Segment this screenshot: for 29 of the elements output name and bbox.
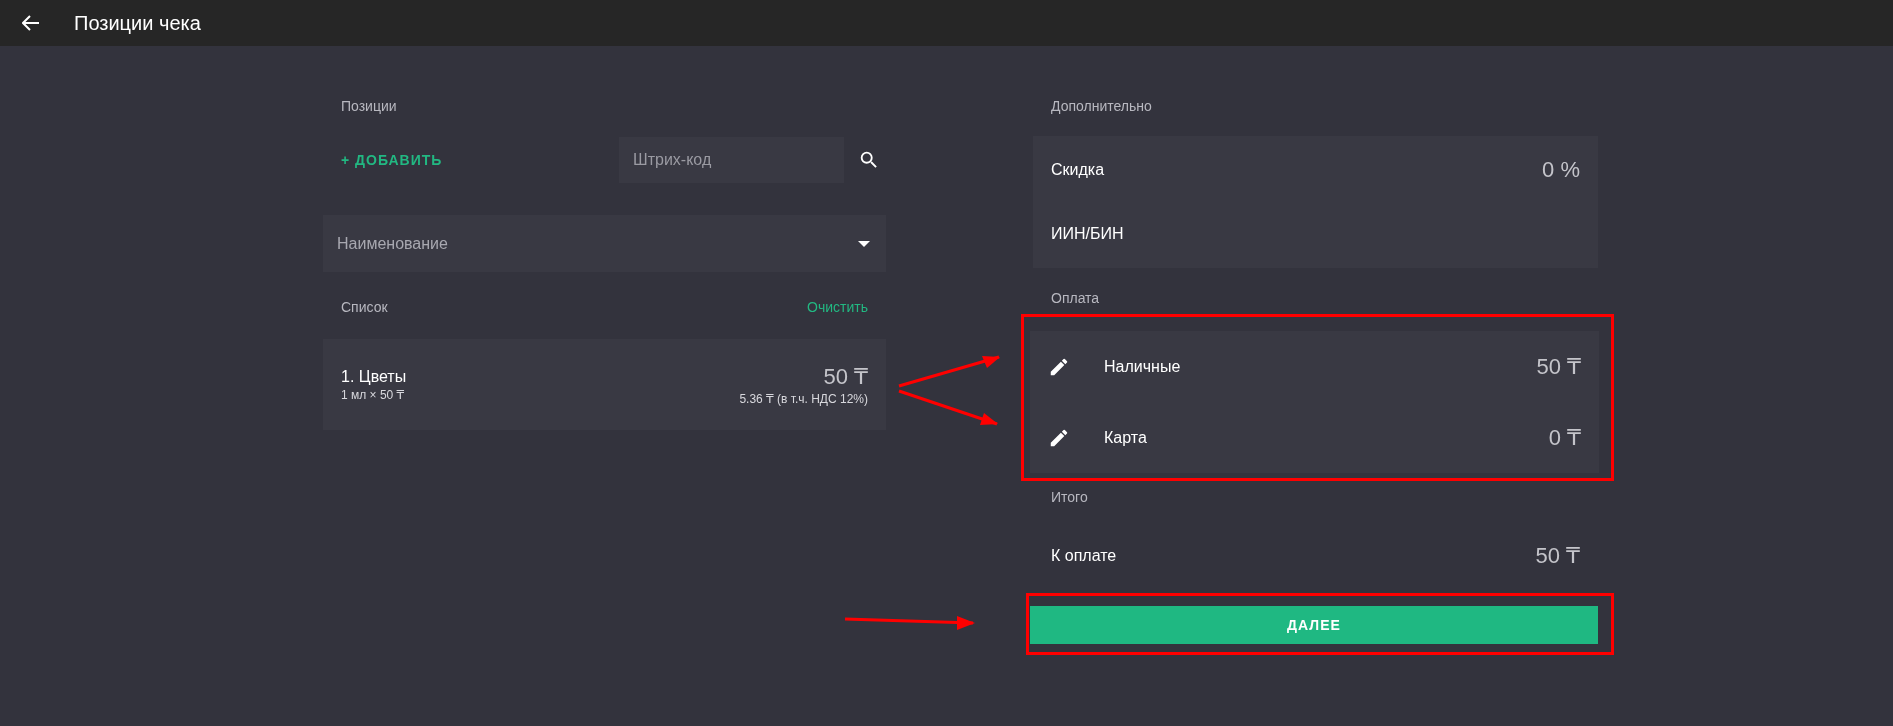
search-icon[interactable]: [858, 149, 880, 171]
section-label: Список: [341, 298, 388, 317]
total-value: 50 ₸: [1535, 543, 1580, 569]
payment-label: Наличные: [1104, 357, 1181, 376]
barcode-field[interactable]: Штрих-код: [619, 137, 844, 183]
add-button[interactable]: + ДОБАВИТЬ: [323, 152, 461, 168]
payment-amount: 50 ₸: [1536, 353, 1581, 380]
row-label: ИИН/БИН: [1051, 225, 1124, 243]
section-label: Дополнительно: [1050, 97, 1153, 116]
name-dropdown[interactable]: Наименование: [323, 215, 886, 272]
row-label: Скидка: [1051, 161, 1105, 179]
item-price: 50 ₸: [823, 363, 868, 390]
item-quantity: 1 мл × 50 ₸: [341, 387, 405, 402]
section-label: Позиции: [340, 97, 398, 116]
item-card[interactable]: 1. Цветы 1 мл × 50 ₸ 50 ₸ 5.36 ₸ (в т.ч. НДС 12%): [323, 339, 886, 430]
dropdown-placeholder: Наименование: [337, 234, 448, 253]
item-title: 1. Цветы: [341, 367, 407, 386]
payment-label: Карта: [1104, 428, 1147, 447]
payment-amount: 0 ₸: [1548, 424, 1581, 451]
clear-link[interactable]: Очистить: [807, 293, 868, 321]
row-value: 0 %: [1542, 157, 1580, 183]
back-arrow-icon[interactable]: [22, 15, 40, 31]
dropdown-caret-icon: [858, 240, 870, 247]
section-label: Итого: [1050, 488, 1089, 507]
page-title: Позиции чека: [74, 11, 201, 35]
section-label: Оплата: [1050, 289, 1101, 308]
item-tax: 5.36 ₸ (в т.ч. НДС 12%): [739, 391, 868, 406]
row-label: К оплате: [1051, 547, 1117, 565]
next-button[interactable]: ДАЛЕЕ: [1030, 606, 1598, 644]
